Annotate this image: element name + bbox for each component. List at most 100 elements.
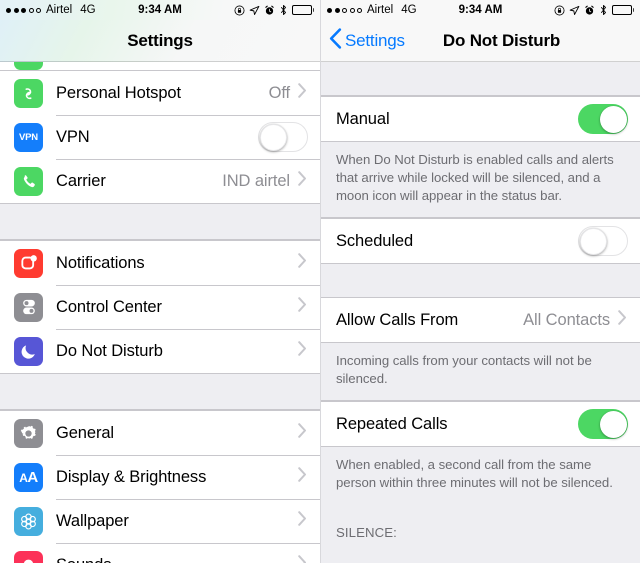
chevron-right-icon: [298, 171, 307, 191]
status-bar-carrier-group: Airtel 4G: [6, 4, 96, 16]
network-type-label: 4G: [80, 4, 96, 16]
chevron-right-icon: [298, 83, 307, 103]
settings-row-general[interactable]: General: [0, 411, 320, 455]
section-gap: [0, 374, 320, 410]
row-label: Do Not Disturb: [56, 341, 163, 360]
display-brightness-icon: AA: [14, 462, 43, 492]
signal-strength-icon: [327, 7, 362, 13]
chevron-right-icon: [298, 253, 307, 273]
row-label: Manual: [336, 109, 390, 128]
do-not-disturb-moon-icon: [14, 336, 43, 366]
settings-row-scheduled[interactable]: Scheduled: [321, 219, 640, 264]
silence-section-header: SILENCE:: [321, 504, 640, 546]
settings-row-notifications[interactable]: Notifications: [0, 241, 320, 285]
personal-hotspot-icon: [14, 78, 43, 108]
chevron-right-icon: [298, 511, 307, 531]
settings-scroll-area[interactable]: Personal Hotspot Off VPN VPN Carrier IND…: [0, 0, 320, 563]
settings-row-do-not-disturb[interactable]: Do Not Disturb: [0, 329, 320, 373]
rotation-lock-icon: [554, 5, 565, 16]
general-gear-icon: [14, 418, 43, 448]
battery-icon: [611, 5, 634, 15]
row-label: Scheduled: [336, 231, 414, 250]
location-arrow-icon: [569, 5, 580, 16]
notifications-icon: [14, 248, 43, 278]
navigation-bar: Settings: [0, 20, 320, 62]
row-label: General: [56, 423, 115, 442]
network-type-label: 4G: [401, 4, 417, 16]
row-label: Display & Brightness: [56, 467, 207, 486]
section-gap-top: [321, 62, 640, 96]
vpn-icon: VPN: [14, 122, 43, 152]
carrier-label: Airtel: [46, 4, 73, 16]
settings-row-sounds[interactable]: Sounds: [0, 543, 320, 563]
settings-row-allow-calls-from[interactable]: Allow Calls From All Contacts: [321, 298, 640, 343]
settings-row-carrier[interactable]: Carrier IND airtel: [0, 159, 320, 203]
carrier-phone-icon: [14, 166, 43, 196]
status-bar-carrier-group: Airtel 4G: [327, 4, 417, 16]
manual-toggle[interactable]: [578, 104, 628, 134]
row-value: Off: [268, 83, 291, 102]
chevron-right-icon: [298, 467, 307, 487]
group-repeated-calls: Repeated Calls: [321, 401, 640, 448]
row-value: All Contacts: [523, 310, 610, 329]
row-label: Notifications: [56, 253, 145, 272]
row-label: Allow Calls From: [336, 310, 459, 329]
chevron-right-icon: [618, 310, 627, 330]
toggle-knob: [599, 410, 627, 438]
settings-row-display-brightness[interactable]: AA Display & Brightness: [0, 455, 320, 499]
status-bar: Airtel 4G 9:34 AM: [0, 0, 320, 20]
signal-strength-icon: [6, 7, 41, 13]
repeated-calls-footnote: When enabled, a second call from the sam…: [321, 447, 640, 505]
do-not-disturb-screen: Manual When Do Not Disturb is enabled ca…: [320, 0, 640, 563]
vpn-toggle[interactable]: [258, 122, 308, 152]
repeated-calls-toggle[interactable]: [578, 409, 628, 440]
dnd-scroll-area[interactable]: Manual When Do Not Disturb is enabled ca…: [321, 0, 640, 563]
control-center-icon: [14, 292, 43, 322]
bluetooth-icon: [279, 4, 288, 16]
settings-list-screen: Personal Hotspot Off VPN VPN Carrier IND…: [0, 0, 320, 563]
status-bar: Airtel 4G 9:34 AM: [321, 0, 640, 20]
status-bar-indicators: [234, 4, 314, 16]
chevron-right-icon: [298, 297, 307, 317]
wifi-icon: [14, 62, 43, 70]
row-label: Control Center: [56, 297, 162, 316]
chevron-left-icon: [329, 27, 342, 54]
row-label: Repeated Calls: [336, 414, 448, 433]
settings-row-personal-hotspot[interactable]: Personal Hotspot Off: [0, 71, 320, 115]
toggle-knob: [599, 105, 627, 133]
group-general: General AA Display & Brightness Wallpape…: [0, 410, 320, 563]
location-arrow-icon: [249, 5, 260, 16]
row-label: Carrier: [56, 171, 106, 190]
status-bar-indicators: [554, 4, 634, 16]
page-title: Settings: [127, 30, 193, 50]
row-label: Personal Hotspot: [56, 83, 181, 102]
group-manual: Manual: [321, 96, 640, 142]
row-label: Wallpaper: [56, 511, 129, 530]
toggle-knob: [580, 228, 607, 256]
toggle-knob: [260, 124, 287, 151]
row-value: IND airtel: [222, 171, 290, 190]
scroll-filler: [321, 545, 640, 563]
dual-screenshot-container: Personal Hotspot Off VPN VPN Carrier IND…: [0, 0, 640, 563]
group-scheduled: Scheduled: [321, 218, 640, 265]
settings-row-wallpaper[interactable]: Wallpaper: [0, 499, 320, 543]
row-label: VPN: [56, 127, 90, 146]
battery-icon: [291, 5, 314, 15]
scheduled-toggle[interactable]: [578, 226, 628, 257]
group-allow-calls: Allow Calls From All Contacts: [321, 298, 640, 344]
navigation-bar: Settings Do Not Disturb: [321, 20, 640, 62]
settings-row-vpn[interactable]: VPN VPN: [0, 115, 320, 159]
settings-row-control-center[interactable]: Control Center: [0, 285, 320, 329]
bluetooth-icon: [599, 4, 608, 16]
settings-row-repeated-calls[interactable]: Repeated Calls: [321, 402, 640, 447]
section-gap: [0, 204, 320, 240]
back-button[interactable]: Settings: [329, 20, 405, 61]
settings-row-manual[interactable]: Manual: [321, 97, 640, 141]
allow-calls-footnote: Incoming calls from your contacts will n…: [321, 343, 640, 402]
alarm-clock-icon: [264, 5, 275, 16]
chevron-right-icon: [298, 341, 307, 361]
manual-footnote: When Do Not Disturb is enabled calls and…: [321, 142, 640, 219]
row-label: Sounds: [56, 556, 298, 563]
back-button-label: Settings: [345, 30, 405, 50]
carrier-label: Airtel: [367, 4, 394, 16]
